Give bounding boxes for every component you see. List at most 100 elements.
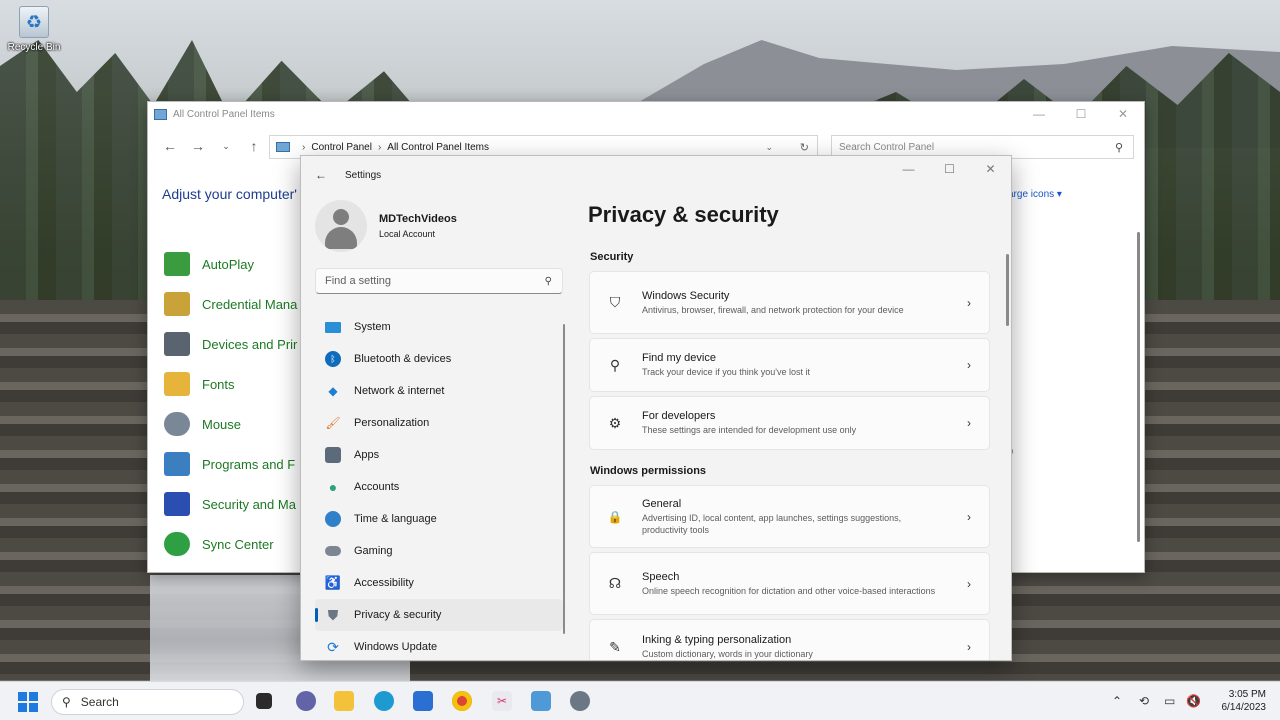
- cp-item-mouse[interactable]: Mouse: [164, 404, 297, 444]
- search-icon: ⚲: [62, 695, 71, 709]
- nav-item-system[interactable]: System: [315, 311, 563, 343]
- edge-icon[interactable]: [374, 691, 394, 711]
- breadcrumb-control-panel[interactable]: Control Panel: [311, 142, 372, 153]
- content-scrollbar[interactable]: [1006, 254, 1009, 326]
- card-title: Speech: [642, 570, 680, 583]
- nav-item-accessibility[interactable]: ♿ Accessibility: [315, 567, 563, 599]
- chat-icon[interactable]: [296, 691, 316, 711]
- snipping-tool-icon[interactable]: ✂: [492, 691, 512, 711]
- sync-tray-icon[interactable]: ⟲: [1139, 694, 1149, 708]
- control-panel-items: AutoPlay Credential Mana Devices and Pri…: [164, 244, 297, 564]
- section-heading-permissions: Windows permissions: [590, 465, 707, 477]
- card-title: General: [642, 497, 682, 510]
- cp-item-security-maintenance[interactable]: Security and Ma: [164, 484, 297, 524]
- breadcrumb-all-items[interactable]: All Control Panel Items: [387, 142, 489, 153]
- minimize-button[interactable]: —: [1018, 102, 1060, 126]
- view-by-dropdown[interactable]: arge icons ▾: [1008, 189, 1062, 200]
- address-dropdown-icon[interactable]: ⌄: [765, 142, 773, 153]
- chrome-icon[interactable]: [452, 691, 472, 711]
- start-button[interactable]: [18, 692, 38, 712]
- control-panel-scrollbar[interactable]: [1137, 232, 1140, 542]
- card-title: Inking & typing personalization: [642, 634, 792, 646]
- settings-close-button[interactable]: ✕: [970, 156, 1011, 182]
- card-speech[interactable]: ☊ Speech Online speech recognition for d…: [589, 552, 990, 615]
- nav-scrollbar[interactable]: [563, 324, 565, 634]
- cp-item-fonts[interactable]: Fonts: [164, 364, 297, 404]
- recycle-bin[interactable]: ♻ Recycle Bin: [6, 6, 62, 53]
- up-arrow-icon[interactable]: ↑: [240, 138, 268, 154]
- settings-minimize-button[interactable]: —: [888, 156, 929, 182]
- credential-icon: [164, 292, 190, 316]
- devices-icon: [164, 332, 190, 356]
- clock-time: 3:05 PM: [1228, 689, 1266, 700]
- card-title: For developers: [642, 410, 716, 422]
- system-icon: [325, 321, 341, 333]
- section-heading-security: Security: [590, 251, 634, 263]
- search-icon: ⚲: [1114, 141, 1123, 154]
- cp-item-credential-manager[interactable]: Credential Mana: [164, 284, 297, 324]
- find-setting-input[interactable]: Find a setting ⚲: [315, 268, 563, 294]
- back-arrow-icon[interactable]: ←: [315, 168, 327, 182]
- close-button[interactable]: ✕: [1102, 102, 1144, 126]
- page-heading: Adjust your computer': [162, 186, 297, 202]
- windows-logo-icon: [29, 692, 38, 701]
- network-icon[interactable]: ▭: [1164, 694, 1175, 708]
- brush-icon: 🖌: [325, 416, 341, 430]
- avatar[interactable]: [315, 200, 367, 252]
- card-general[interactable]: 🔒 General Advertising ID, local content,…: [589, 485, 990, 548]
- nav-item-accounts[interactable]: ● Accounts: [315, 471, 563, 503]
- card-windows-security[interactable]: ⛉ Windows Security Antivirus, browser, f…: [589, 271, 990, 334]
- card-for-developers[interactable]: ⚙ For developers These settings are inte…: [589, 396, 990, 450]
- cp-item-sync-center[interactable]: Sync Center: [164, 524, 297, 564]
- task-view-icon[interactable]: [256, 693, 272, 709]
- cp-item-label: Sync Center: [202, 536, 274, 552]
- cp-item-label: Credential Mana: [202, 296, 298, 312]
- chevron-right-icon: ›: [967, 640, 971, 654]
- card-find-my-device[interactable]: ⚲ Find my device Track your device if yo…: [589, 338, 990, 392]
- cp-item-devices-printers[interactable]: Devices and Prir: [164, 324, 297, 364]
- volume-muted-icon[interactable]: 🔇: [1186, 694, 1201, 708]
- nav-item-label: Apps: [354, 449, 380, 461]
- recycle-bin-icon: ♻: [19, 6, 49, 38]
- card-title: Windows Security: [642, 289, 730, 302]
- recent-chevron-icon[interactable]: ⌄: [212, 141, 240, 152]
- fonts-icon: [164, 372, 190, 396]
- store-icon[interactable]: [413, 691, 433, 711]
- nav-item-personalization[interactable]: 🖌 Personalization: [315, 407, 563, 439]
- gaming-icon: [325, 546, 341, 556]
- card-description: Track your device if you think you've lo…: [642, 367, 810, 377]
- nav-item-time-language[interactable]: Time & language: [315, 503, 563, 535]
- taskbar-search[interactable]: ⚲ Search: [51, 689, 244, 715]
- settings-maximize-button[interactable]: ☐: [929, 156, 970, 182]
- card-description: Custom dictionary, words in your diction…: [642, 649, 813, 659]
- breadcrumb-separator-icon: ›: [302, 141, 306, 153]
- maximize-button[interactable]: ☐: [1060, 102, 1102, 126]
- wifi-icon: ◆: [328, 384, 338, 398]
- nav-item-apps[interactable]: Apps: [315, 439, 563, 471]
- refresh-icon[interactable]: ↻: [800, 141, 809, 154]
- back-arrow-icon[interactable]: ←: [156, 138, 184, 154]
- lock-icon: 🔒: [607, 509, 623, 524]
- cp-item-autoplay[interactable]: AutoPlay: [164, 244, 297, 284]
- nav-item-label: Windows Update: [354, 641, 438, 653]
- nav-item-privacy-security[interactable]: ⛊ Privacy & security: [315, 599, 563, 631]
- taskbar-search-label: Search: [80, 695, 119, 709]
- clock[interactable]: 3:05 PM 6/14/2023: [1222, 688, 1267, 714]
- nav-item-network[interactable]: ◆ Network & internet: [315, 375, 563, 407]
- nav-item-gaming[interactable]: Gaming: [315, 535, 563, 567]
- settings-icon[interactable]: [570, 691, 590, 711]
- cp-item-programs-features[interactable]: Programs and F: [164, 444, 297, 484]
- account-type: Local Account: [379, 229, 436, 239]
- control-panel-icon[interactable]: [531, 691, 551, 711]
- chevron-right-icon: ›: [967, 509, 971, 524]
- nav-item-windows-update[interactable]: ⟳ Windows Update: [315, 631, 563, 660]
- forward-arrow-icon[interactable]: →: [184, 138, 212, 154]
- control-panel-icon: [154, 108, 167, 120]
- address-control-panel-icon: [276, 142, 290, 152]
- file-explorer-icon[interactable]: [334, 691, 354, 711]
- speech-icon: ☊: [608, 575, 622, 591]
- card-inking-typing[interactable]: ✎ Inking & typing personalization Custom…: [589, 619, 990, 660]
- chevron-up-icon[interactable]: ⌃: [1112, 694, 1122, 708]
- nav-item-bluetooth[interactable]: ᛒ Bluetooth & devices: [315, 343, 563, 375]
- settings-nav: System ᛒ Bluetooth & devices ◆ Network &…: [315, 311, 563, 660]
